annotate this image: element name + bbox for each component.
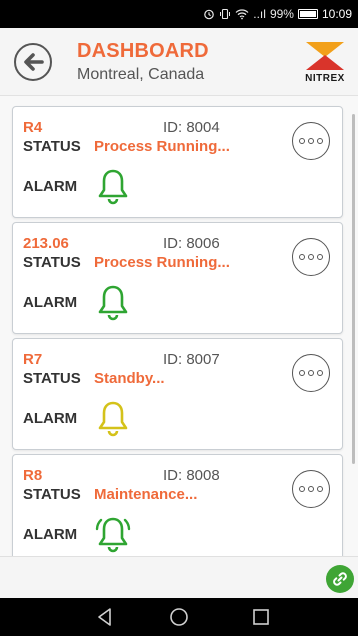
location-subtitle: Montreal, Canada [77, 66, 205, 83]
battery-percent: 99% [269, 7, 294, 21]
alarm-label: ALARM [23, 410, 78, 427]
nitrex-logo: NITREX [300, 40, 350, 86]
more-options-button[interactable] [292, 354, 330, 392]
wifi-icon [235, 9, 249, 20]
vibrate-icon [220, 8, 231, 20]
alarm-label: ALARM [23, 178, 78, 195]
device-id: ID: 8008 [163, 467, 220, 484]
more-options-dot [308, 138, 314, 144]
logo-text: NITREX [305, 73, 345, 84]
more-options-dot [317, 486, 323, 492]
logo-mark [306, 42, 344, 70]
status-label: STATUS [23, 254, 81, 271]
alarm-label: ALARM [23, 526, 78, 543]
system-nav-bar [0, 598, 358, 636]
more-options-dot [308, 370, 314, 376]
app-header: DASHBOARD Montreal, Canada NITREX [0, 28, 358, 96]
more-options-dot [317, 370, 323, 376]
device-card[interactable]: 213.06 ID: 8006 STATUS Process Running..… [12, 222, 343, 334]
device-card[interactable]: R8 ID: 8008 STATUS Maintenance... ALARM [12, 454, 343, 556]
alarm-label: ALARM [23, 294, 78, 311]
list-scrollbar[interactable] [352, 114, 355, 464]
bell-ringing-icon [95, 517, 131, 553]
more-options-dot [317, 138, 323, 144]
arrow-left-icon [24, 53, 44, 71]
status-label: STATUS [23, 370, 81, 387]
more-options-dot [317, 254, 323, 260]
device-name: R7 [23, 351, 43, 368]
status-bar: ..ıl 99% 10:09 [0, 0, 358, 28]
bell-icon [98, 169, 128, 205]
device-id: ID: 8004 [163, 119, 220, 136]
page-title: DASHBOARD [77, 40, 209, 62]
status-value: Maintenance... [94, 486, 198, 503]
device-name: R4 [23, 119, 43, 136]
link-icon [333, 572, 347, 586]
device-list[interactable]: R4 ID: 8004 STATUS Process Running... AL… [0, 96, 358, 556]
more-options-icon [299, 486, 305, 492]
more-options-icon [299, 254, 305, 260]
more-options-icon [299, 138, 305, 144]
status-icons: ..ıl 99% [203, 7, 318, 21]
status-value: Process Running... [94, 138, 230, 155]
bell-icon [98, 401, 128, 437]
signal-icon: ..ıl [253, 7, 266, 21]
alarm-clock-icon [204, 9, 215, 20]
device-id: ID: 8007 [163, 351, 220, 368]
battery-icon [297, 9, 318, 19]
back-button[interactable] [14, 43, 52, 81]
status-label: STATUS [23, 486, 81, 503]
device-card[interactable]: R7 ID: 8007 STATUS Standby... ALARM [12, 338, 343, 450]
more-options-button[interactable] [292, 238, 330, 276]
more-options-icon [299, 370, 305, 376]
more-options-button[interactable] [292, 470, 330, 508]
nav-back-icon[interactable] [94, 606, 116, 628]
status-label: STATUS [23, 138, 81, 155]
clock-time: 10:09 [321, 7, 352, 21]
nav-home-icon[interactable] [168, 606, 190, 628]
status-value: Standby... [94, 370, 165, 387]
more-options-dot [308, 486, 314, 492]
more-options-button[interactable] [292, 122, 330, 160]
device-card[interactable]: R4 ID: 8004 STATUS Process Running... AL… [12, 106, 343, 218]
device-name: 213.06 [23, 235, 69, 252]
status-value: Process Running... [94, 254, 230, 271]
link-button[interactable] [326, 565, 354, 593]
footer-bar [0, 556, 358, 598]
device-id: ID: 8006 [163, 235, 220, 252]
device-name: R8 [23, 467, 43, 484]
more-options-dot [308, 254, 314, 260]
bell-icon [98, 285, 128, 321]
nav-recents-icon[interactable] [250, 606, 272, 628]
